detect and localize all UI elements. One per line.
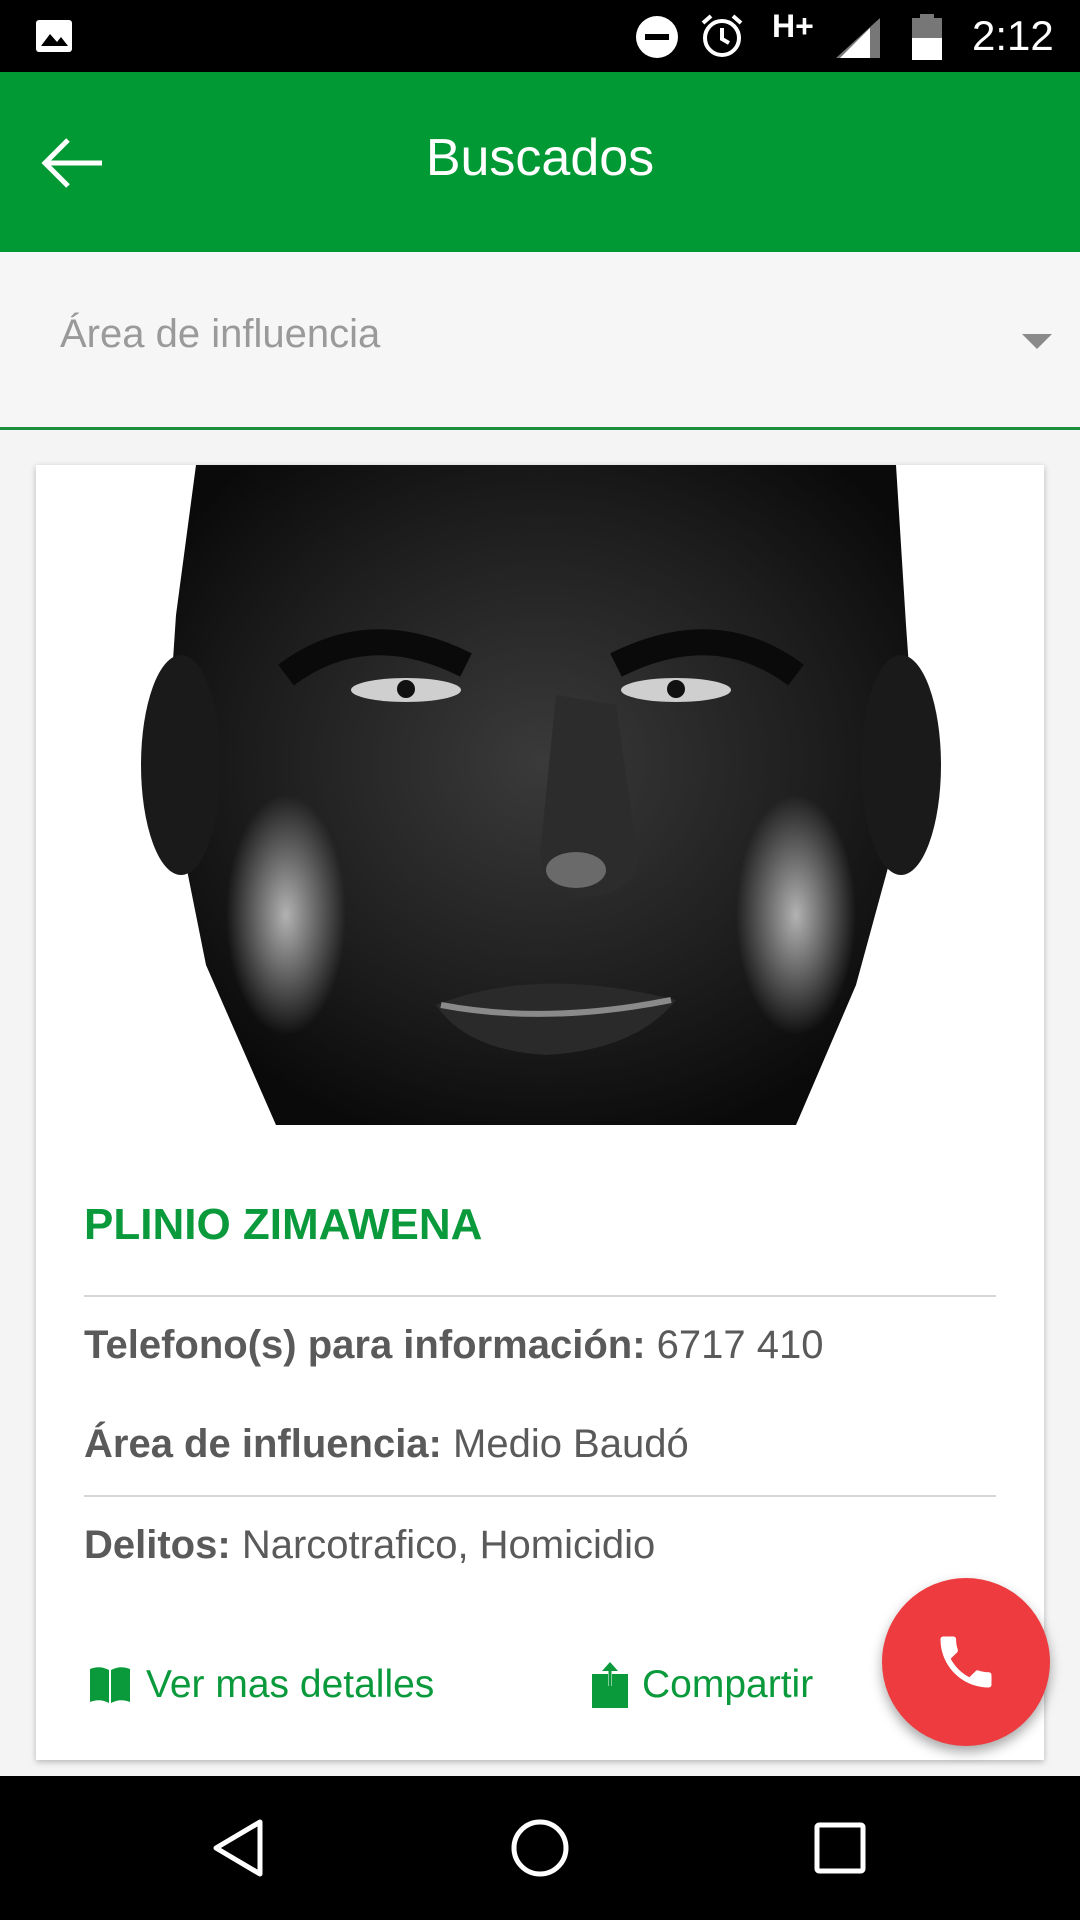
area-info: Área de influencia: Medio Baudó <box>84 1422 689 1467</box>
area-value: Medio Baudó <box>453 1422 689 1466</box>
phone-icon <box>940 1636 992 1688</box>
network-type: H+ <box>772 8 814 44</box>
person-photo <box>36 465 1044 1125</box>
area-label: Área de influencia: <box>84 1422 442 1466</box>
phone-info: Telefono(s) para información: 6717 410 <box>84 1323 824 1368</box>
divider <box>84 1295 996 1297</box>
divider <box>84 1495 996 1497</box>
dropdown-caret-icon <box>1022 334 1052 349</box>
phone-label: Telefono(s) para información: <box>84 1323 646 1367</box>
page-title: Buscados <box>425 129 655 187</box>
details-button[interactable]: Ver mas detalles <box>88 1655 434 1715</box>
do-not-disturb-icon <box>636 16 678 58</box>
clock-time: 2:12 <box>972 12 1054 59</box>
battery-icon <box>912 14 942 60</box>
person-name: PLINIO ZIMAWENA <box>84 1200 483 1249</box>
crimes-value: Narcotrafico, Homicidio <box>241 1523 656 1567</box>
share-label: Compartir <box>642 1663 814 1706</box>
system-nav-bar <box>0 1776 1080 1920</box>
share-button[interactable]: Compartir <box>592 1655 813 1715</box>
status-bar: H+ 2:12 <box>0 0 1080 72</box>
share-icon <box>592 1662 628 1708</box>
call-button[interactable] <box>882 1578 1050 1746</box>
crimes-info: Delitos: Narcotrafico, Homicidio <box>84 1523 655 1568</box>
signal-icon <box>836 18 880 58</box>
phone-value: 6717 410 <box>656 1323 824 1367</box>
nav-back-icon[interactable] <box>210 1818 266 1878</box>
nav-home-icon[interactable] <box>510 1818 570 1878</box>
area-dropdown[interactable]: Área de influencia <box>0 252 1080 430</box>
app-bar: Buscados <box>0 72 1080 252</box>
crimes-label: Delitos: <box>84 1523 231 1567</box>
nav-recents-icon[interactable] <box>814 1822 866 1874</box>
wanted-card: PLINIO ZIMAWENA Telefono(s) para informa… <box>36 465 1044 1760</box>
book-icon <box>90 1667 130 1703</box>
gallery-icon <box>36 20 72 52</box>
alarm-icon <box>701 14 743 57</box>
details-label: Ver mas detalles <box>146 1663 435 1706</box>
area-dropdown-placeholder: Área de influencia <box>60 312 381 356</box>
